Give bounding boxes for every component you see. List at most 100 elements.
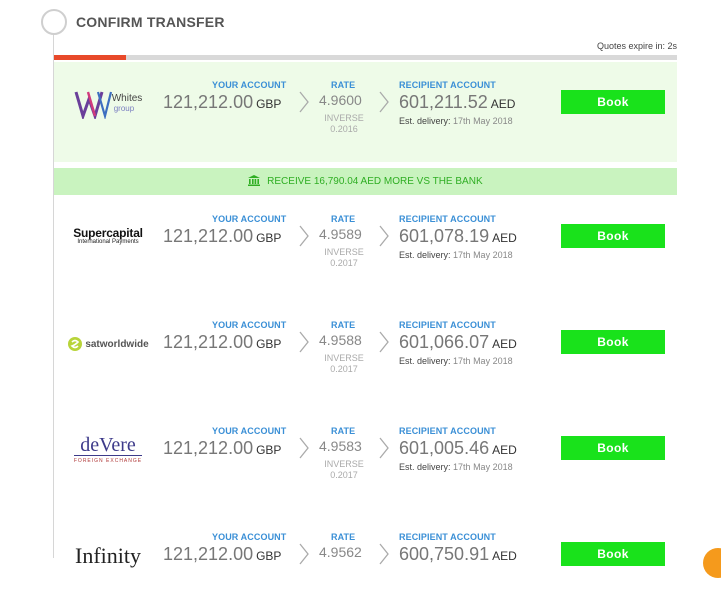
rate-label: RATE bbox=[331, 214, 356, 224]
send-amount-value: 121,212.00 bbox=[163, 332, 254, 352]
quote-row-1: Whites group YOUR ACCOUNT 121,212.00 GBP RATE… bbox=[54, 62, 677, 162]
step-circle-icon bbox=[41, 9, 67, 35]
inverse-value: 0.2017 bbox=[330, 258, 358, 268]
chevron-right-icon bbox=[298, 224, 310, 248]
receive-currency: AED bbox=[492, 549, 517, 563]
inverse-rate: INVERSE 0.2017 bbox=[319, 353, 369, 375]
send-currency: GBP bbox=[256, 443, 282, 457]
chevron-right-icon bbox=[378, 330, 390, 354]
send-currency: GBP bbox=[256, 231, 282, 245]
book-button[interactable]: Book bbox=[561, 330, 665, 354]
recipient-account-label: RECIPIENT ACCOUNT bbox=[399, 214, 496, 224]
rate-label: RATE bbox=[331, 532, 356, 542]
provider-logo: satworldwide bbox=[62, 324, 154, 364]
send-currency: GBP bbox=[256, 97, 282, 111]
logo-main-text: Supercapital bbox=[73, 226, 143, 240]
receive-amount: 601,005.46 AED bbox=[399, 438, 517, 459]
your-account-label: YOUR ACCOUNT bbox=[212, 320, 287, 330]
send-currency: GBP bbox=[256, 549, 282, 563]
expiry-progress-fill bbox=[54, 55, 126, 60]
receive-currency: AED bbox=[492, 337, 517, 351]
est-delivery-date: 17th May 2018 bbox=[453, 116, 513, 126]
send-amount: 121,212.00 GBP bbox=[163, 226, 281, 247]
receive-amount-value: 601,211.52 bbox=[399, 92, 488, 112]
inverse-label: INVERSE bbox=[324, 113, 364, 123]
quote-expiry-text: Quotes expire in: 2s bbox=[596, 41, 677, 51]
receive-currency: AED bbox=[492, 231, 517, 245]
your-account-label: YOUR ACCOUNT bbox=[212, 214, 287, 224]
est-delivery-label: Est. delivery: bbox=[399, 116, 451, 126]
receive-amount: 601,078.19 AED bbox=[399, 226, 517, 247]
provider-logo: Supercapital International Payments bbox=[62, 218, 154, 258]
receive-amount: 601,211.52 AED bbox=[399, 92, 515, 113]
your-account-label: YOUR ACCOUNT bbox=[212, 532, 287, 542]
rate-value: 4.9588 bbox=[319, 332, 362, 348]
logo-main-text: Whites bbox=[111, 93, 143, 104]
logo-main-text: deVere bbox=[80, 433, 136, 456]
receive-amount: 601,066.07 AED bbox=[399, 332, 517, 353]
est-delivery: Est. delivery: 17th May 2018 bbox=[399, 462, 513, 472]
inverse-value: 0.2017 bbox=[330, 470, 358, 480]
recipient-account-label: RECIPIENT ACCOUNT bbox=[399, 426, 496, 436]
bank-icon bbox=[248, 170, 261, 197]
inverse-label: INVERSE bbox=[324, 353, 364, 363]
chevron-right-icon bbox=[378, 224, 390, 248]
send-amount: 121,212.00 GBP bbox=[163, 544, 281, 565]
inverse-rate: INVERSE 0.2017 bbox=[319, 459, 369, 481]
est-delivery-date: 17th May 2018 bbox=[453, 356, 513, 366]
quote-row-4: deVere FOREIGN EXCHANGE YOUR ACCOUNT 121,21… bbox=[54, 408, 677, 508]
receive-currency: AED bbox=[490, 97, 516, 111]
est-delivery: Est. delivery: 17th May 2018 bbox=[399, 116, 513, 126]
provider-logo: deVere FOREIGN EXCHANGE bbox=[62, 430, 154, 470]
savings-banner: RECEIVE 16,790.04 AED MORE VS THE BANK bbox=[54, 168, 677, 195]
quote-row-2: Supercapital International Payments YOUR A… bbox=[54, 196, 677, 296]
your-account-label: YOUR ACCOUNT bbox=[212, 80, 287, 90]
book-button[interactable]: Book bbox=[561, 542, 665, 566]
send-amount: 121,212.00 GBP bbox=[163, 92, 281, 113]
send-amount: 121,212.00 GBP bbox=[163, 438, 281, 459]
chevron-right-icon bbox=[298, 90, 310, 114]
est-delivery-label: Est. delivery: bbox=[399, 356, 451, 366]
inverse-rate: INVERSE 0.2016 bbox=[319, 113, 369, 135]
send-amount-value: 121,212.00 bbox=[163, 438, 254, 458]
inverse-value: 0.2017 bbox=[330, 364, 358, 374]
send-currency: GBP bbox=[256, 337, 282, 351]
rate-value: 4.9600 bbox=[319, 92, 362, 108]
quote-row-3: satworldwide YOUR ACCOUNT 121,212.00 GBP RAT… bbox=[54, 302, 677, 402]
inverse-label: INVERSE bbox=[324, 247, 364, 257]
logo-main-text: Infinity bbox=[75, 543, 141, 568]
receive-amount-value: 601,078.19 bbox=[399, 226, 490, 246]
chevron-right-icon bbox=[298, 542, 310, 566]
inverse-value: 0.2016 bbox=[330, 124, 358, 134]
receive-currency: AED bbox=[492, 443, 517, 457]
recipient-account-label: RECIPIENT ACCOUNT bbox=[399, 80, 496, 90]
logo-sub-text: FOREIGN EXCHANGE bbox=[73, 454, 143, 466]
rate-label: RATE bbox=[331, 80, 356, 90]
recipient-account-label: RECIPIENT ACCOUNT bbox=[399, 532, 496, 542]
book-button[interactable]: Book bbox=[561, 436, 665, 460]
receive-amount-value: 601,066.07 bbox=[399, 332, 490, 352]
book-button[interactable]: Book bbox=[561, 224, 665, 248]
receive-amount-value: 601,005.46 bbox=[399, 438, 490, 458]
chevron-right-icon bbox=[298, 330, 310, 354]
chevron-right-icon bbox=[378, 436, 390, 460]
inverse-label: INVERSE bbox=[324, 459, 364, 469]
est-delivery: Est. delivery: 17th May 2018 bbox=[399, 250, 513, 260]
provider-logo: Infinity bbox=[62, 536, 154, 576]
rate-value: 4.9589 bbox=[319, 226, 362, 242]
chat-widget-button[interactable] bbox=[703, 548, 721, 578]
savings-banner-text: RECEIVE 16,790.04 AED MORE VS THE BANK bbox=[267, 176, 483, 187]
recipient-account-label: RECIPIENT ACCOUNT bbox=[399, 320, 496, 330]
send-amount-value: 121,212.00 bbox=[163, 92, 254, 112]
receive-amount: 600,750.91 AED bbox=[399, 544, 517, 565]
book-button[interactable]: Book bbox=[561, 90, 665, 114]
provider-logo: Whites group bbox=[62, 84, 154, 124]
logo-main-text: satworldwide bbox=[85, 338, 149, 350]
chevron-right-icon bbox=[378, 90, 390, 114]
expiry-progress-bar bbox=[54, 55, 677, 60]
logo-sub-text: International Payments bbox=[77, 239, 139, 245]
page-title: CONFIRM TRANSFER bbox=[76, 14, 225, 30]
quote-row-5: Infinity YOUR ACCOUNT 121,212.00 GBP RATE 4.9… bbox=[54, 514, 677, 614]
your-account-label: YOUR ACCOUNT bbox=[212, 426, 287, 436]
receive-amount-value: 600,750.91 bbox=[399, 544, 490, 564]
